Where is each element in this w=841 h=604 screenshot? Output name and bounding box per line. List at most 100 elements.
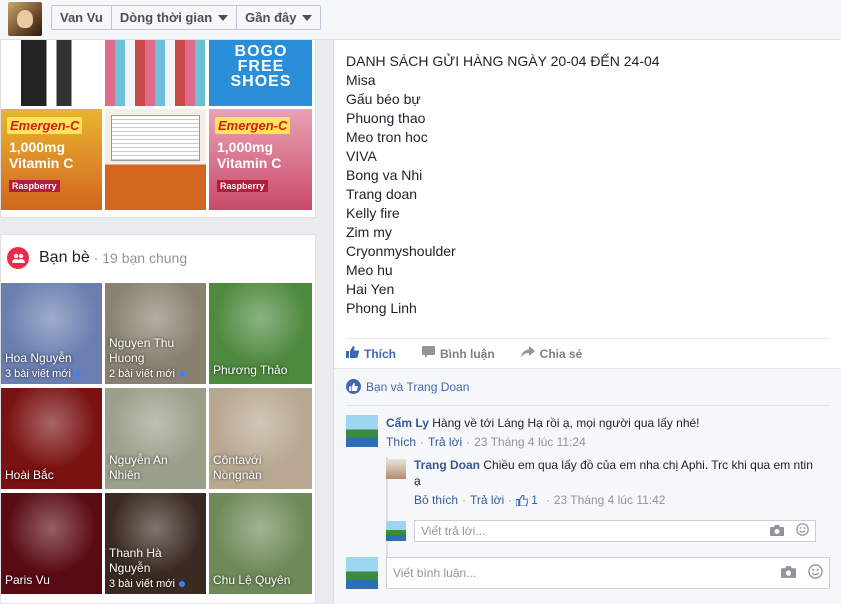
comment-text: Hàng về tới Láng Hạ rồi ạ, mọi người qua… bbox=[432, 416, 700, 430]
friend-tile[interactable]: Hoa Nguyễn 3 bài viết mới bbox=[1, 283, 102, 384]
friend-tile[interactable]: Chu Lệ Quyên bbox=[209, 493, 312, 594]
like-button[interactable]: Thích bbox=[346, 346, 396, 361]
photo-thumbnail[interactable]: Emergen-C 1,000mg Vitamin C Raspberry bbox=[1, 109, 102, 210]
crumb-timeline[interactable]: Dòng thời gian bbox=[112, 6, 238, 29]
post-line: Phong Linh bbox=[346, 300, 417, 316]
comment-like-link[interactable]: Thích bbox=[386, 435, 416, 449]
post-line: Meo hu bbox=[346, 262, 393, 278]
photo-thumbnail[interactable]: BOGO FREE SHOES bbox=[209, 40, 312, 106]
friend-tile[interactable]: Phương Thảo bbox=[209, 283, 312, 384]
mutual-friends-count[interactable]: · 19 bạn chung bbox=[94, 250, 187, 266]
friend-tile[interactable]: Côntavới Nồngnàn bbox=[209, 388, 312, 489]
reply-timestamp[interactable]: 23 Tháng 4 lúc 11:42 bbox=[554, 493, 666, 507]
reply-body: Trang Doan Chiều em qua lấy đồ của em nh… bbox=[414, 457, 814, 489]
post-line: Bong va Nhi bbox=[346, 167, 423, 183]
reply-input[interactable]: Viết trả lời... bbox=[414, 520, 816, 542]
top-bar: Van Vu Dòng thời gian Gần đây bbox=[0, 0, 841, 40]
supplement-facts-image bbox=[111, 115, 200, 161]
reply-unlike-link[interactable]: Bỏ thích bbox=[414, 493, 458, 507]
comment-author[interactable]: Cẩm Ly bbox=[386, 416, 429, 430]
new-dot-icon bbox=[74, 371, 81, 377]
friend-tile[interactable]: Thanh Hà Nguyễn 3 bài viết mới bbox=[105, 493, 206, 594]
post-line: Trang doan bbox=[346, 186, 418, 202]
reply-reply-link[interactable]: Trả lời bbox=[470, 493, 504, 507]
post-line: Gấu béo bự bbox=[346, 91, 421, 107]
comment-body: Cẩm Ly Hàng về tới Láng Hạ rồi ạ, mọi ng… bbox=[386, 415, 826, 431]
share-icon bbox=[520, 346, 535, 361]
product-text: 1,000mg Vitamin C bbox=[217, 139, 282, 171]
post-line: Misa bbox=[346, 72, 376, 88]
friend-name[interactable]: Nguyen Thu Huong bbox=[109, 336, 202, 366]
friend-tile[interactable]: Nguyễn An Nhiên bbox=[105, 388, 206, 489]
comment-icon bbox=[422, 346, 435, 361]
friend-name[interactable]: Hoa Nguyễn bbox=[5, 351, 98, 366]
chevron-down-icon bbox=[302, 14, 313, 21]
product-brand: Emergen-C bbox=[7, 117, 83, 134]
post-line: Meo tron hoc bbox=[346, 129, 428, 145]
photo-thumbnail[interactable] bbox=[105, 40, 206, 106]
friend-name[interactable]: Nguyễn An Nhiên bbox=[109, 453, 202, 483]
comment-input[interactable]: Viết bình luận... bbox=[386, 557, 830, 589]
crumb-recent[interactable]: Gần đây bbox=[237, 6, 320, 29]
friends-title[interactable]: Bạn bè bbox=[39, 249, 90, 267]
friends-icon bbox=[7, 247, 29, 269]
new-posts-text: 3 bài viết mới bbox=[109, 578, 175, 590]
friend-name[interactable]: Thanh Hà Nguyễn bbox=[109, 546, 202, 576]
avatar[interactable] bbox=[346, 415, 378, 447]
photo-caption: BOGO FREE SHOES bbox=[230, 43, 292, 90]
comment-meta: Thích · Trả lời · 23 Tháng 4 lúc 11:24 bbox=[386, 435, 586, 449]
photo-thumbnail[interactable] bbox=[105, 109, 206, 210]
comment-timestamp[interactable]: 23 Tháng 4 lúc 11:24 bbox=[474, 435, 586, 449]
friends-header: Bạn bè · 19 bạn chung bbox=[7, 247, 187, 269]
friend-tile[interactable]: Hoài Bắc bbox=[1, 388, 102, 489]
post-card: DANH SÁCH GỬI HÀNG NGÀY 20-04 ĐẾN 24-04 M… bbox=[333, 40, 841, 604]
new-posts-badge: 3 bài viết mới bbox=[5, 368, 81, 380]
post-line: VIVA bbox=[346, 148, 377, 164]
product-brand: Emergen-C bbox=[215, 117, 291, 134]
divider bbox=[346, 405, 830, 406]
crumb-label: Van Vu bbox=[60, 10, 103, 25]
emoji-icon[interactable] bbox=[796, 523, 809, 539]
product-flavor: Raspberry bbox=[9, 180, 60, 192]
product-text: 1,000mg Vitamin C bbox=[9, 139, 74, 171]
thumbs-up-icon bbox=[516, 494, 529, 506]
like-label: Thích bbox=[364, 346, 396, 361]
reply-placeholder: Viết trả lời... bbox=[421, 524, 486, 538]
reply-meta: Bỏ thích · Trả lời · 1 · 23 Tháng 4 lúc … bbox=[414, 493, 666, 507]
timeline-nav: Van Vu Dòng thời gian Gần đây bbox=[51, 5, 322, 30]
new-posts-text: 3 bài viết mới bbox=[5, 368, 71, 380]
chevron-down-icon bbox=[218, 14, 229, 21]
camera-icon[interactable] bbox=[781, 565, 796, 581]
friend-name[interactable]: Côntavới Nồngnàn bbox=[213, 453, 308, 483]
friend-name[interactable]: Paris Vu bbox=[5, 573, 98, 588]
likes-text: Bạn và Trang Doan bbox=[366, 379, 470, 394]
photo-thumbnail[interactable]: Emergen-C 1,000mg Vitamin C Raspberry bbox=[209, 109, 312, 210]
thumbs-up-icon bbox=[346, 346, 360, 361]
friend-tile[interactable]: Paris Vu bbox=[1, 493, 102, 594]
friends-card: Bạn bè · 19 bạn chung Hoa Nguyễn 3 bài vi… bbox=[0, 234, 316, 604]
crumb-label: Dòng thời gian bbox=[119, 10, 213, 25]
comment-button[interactable]: Bình luận bbox=[422, 346, 495, 361]
likes-summary[interactable]: Bạn và Trang Doan bbox=[346, 379, 469, 394]
page-logo[interactable] bbox=[8, 2, 42, 36]
new-dot-icon bbox=[178, 371, 185, 377]
photo-thumbnail[interactable] bbox=[1, 40, 102, 106]
avatar[interactable] bbox=[386, 459, 406, 479]
emoji-icon[interactable] bbox=[808, 564, 823, 582]
share-button[interactable]: Chia sẻ bbox=[520, 346, 582, 361]
reply-author[interactable]: Trang Doan bbox=[414, 458, 480, 472]
friend-name[interactable]: Chu Lệ Quyên bbox=[213, 573, 308, 588]
camera-icon[interactable] bbox=[770, 524, 784, 539]
crumb-profile[interactable]: Van Vu bbox=[52, 6, 112, 29]
avatar bbox=[386, 521, 406, 541]
new-posts-badge: 3 bài viết mới bbox=[109, 578, 185, 590]
reply-like-count[interactable]: 1 bbox=[516, 493, 542, 507]
post-line: Phuong thao bbox=[346, 110, 426, 126]
friend-tile[interactable]: Nguyen Thu Huong 2 bài viết mới bbox=[105, 283, 206, 384]
friend-name[interactable]: Phương Thảo bbox=[213, 363, 308, 378]
comment-reply-link[interactable]: Trả lời bbox=[428, 435, 462, 449]
new-posts-text: 2 bài viết mới bbox=[109, 368, 175, 380]
friend-name[interactable]: Hoài Bắc bbox=[5, 468, 98, 483]
post-line: Kelly fire bbox=[346, 205, 400, 221]
new-dot-icon bbox=[178, 581, 185, 587]
